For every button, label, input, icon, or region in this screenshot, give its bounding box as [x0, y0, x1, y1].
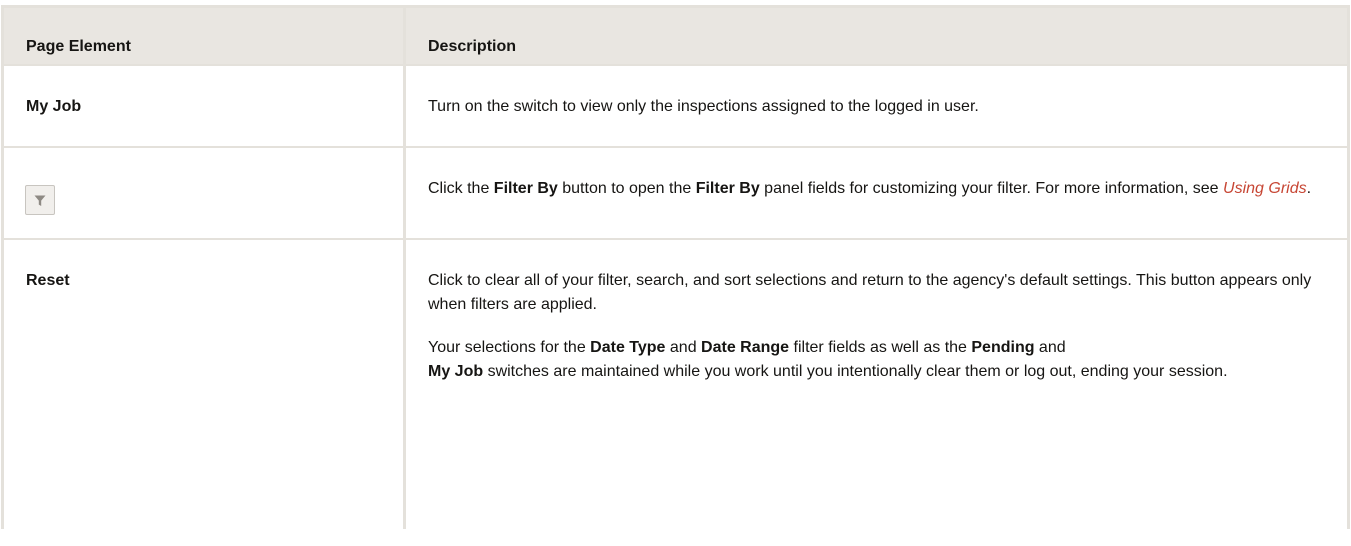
- element-reset: Reset: [1, 238, 406, 529]
- description-reset: Click to clear all of your filter, searc…: [403, 238, 1350, 529]
- text: panel fields for customizing your filter…: [759, 179, 1224, 197]
- header-page-element: Page Element: [1, 5, 406, 66]
- description-my-job: Turn on the switch to view only the insp…: [403, 64, 1350, 148]
- element-filter-cell: [1, 146, 406, 240]
- term-pending: Pending: [971, 338, 1035, 356]
- text: and: [1034, 338, 1066, 356]
- element-my-job: My Job: [1, 64, 406, 148]
- text: Your selections for the: [428, 338, 591, 356]
- filter-icon: [34, 195, 46, 206]
- page-element-table: Page Element Description My Job Turn on …: [1, 5, 1350, 529]
- term-date-type: Date Type: [590, 338, 666, 356]
- term-filter-by: Filter By: [695, 179, 760, 197]
- description-filter-by: Click the Filter By button to open the F…: [403, 146, 1350, 240]
- reset-paragraph-1: Click to clear all of your filter, searc…: [428, 271, 1312, 313]
- text: .: [1306, 179, 1312, 197]
- text: and: [665, 338, 702, 356]
- text: filter fields as well as the: [789, 338, 972, 356]
- table-row: Reset Click to clear all of your filter,…: [1, 238, 1350, 529]
- text: switches are maintained while you work u…: [483, 362, 1228, 380]
- header-description: Description: [403, 5, 1350, 66]
- table-header-row: Page Element Description: [1, 5, 1350, 66]
- term-date-range: Date Range: [701, 338, 790, 356]
- term-filter-by: Filter By: [493, 179, 558, 197]
- using-grids-link[interactable]: Using Grids: [1223, 180, 1307, 197]
- reset-paragraph-2: Your selections for the Date Type and Da…: [428, 336, 1327, 384]
- filter-by-button[interactable]: [25, 184, 55, 215]
- table-row: My Job Turn on the switch to view only t…: [1, 64, 1350, 148]
- term-my-job: My Job: [428, 362, 484, 380]
- text: button to open the: [557, 179, 696, 197]
- text: Click the: [428, 179, 494, 197]
- table-row: Click the Filter By button to open the F…: [1, 146, 1350, 240]
